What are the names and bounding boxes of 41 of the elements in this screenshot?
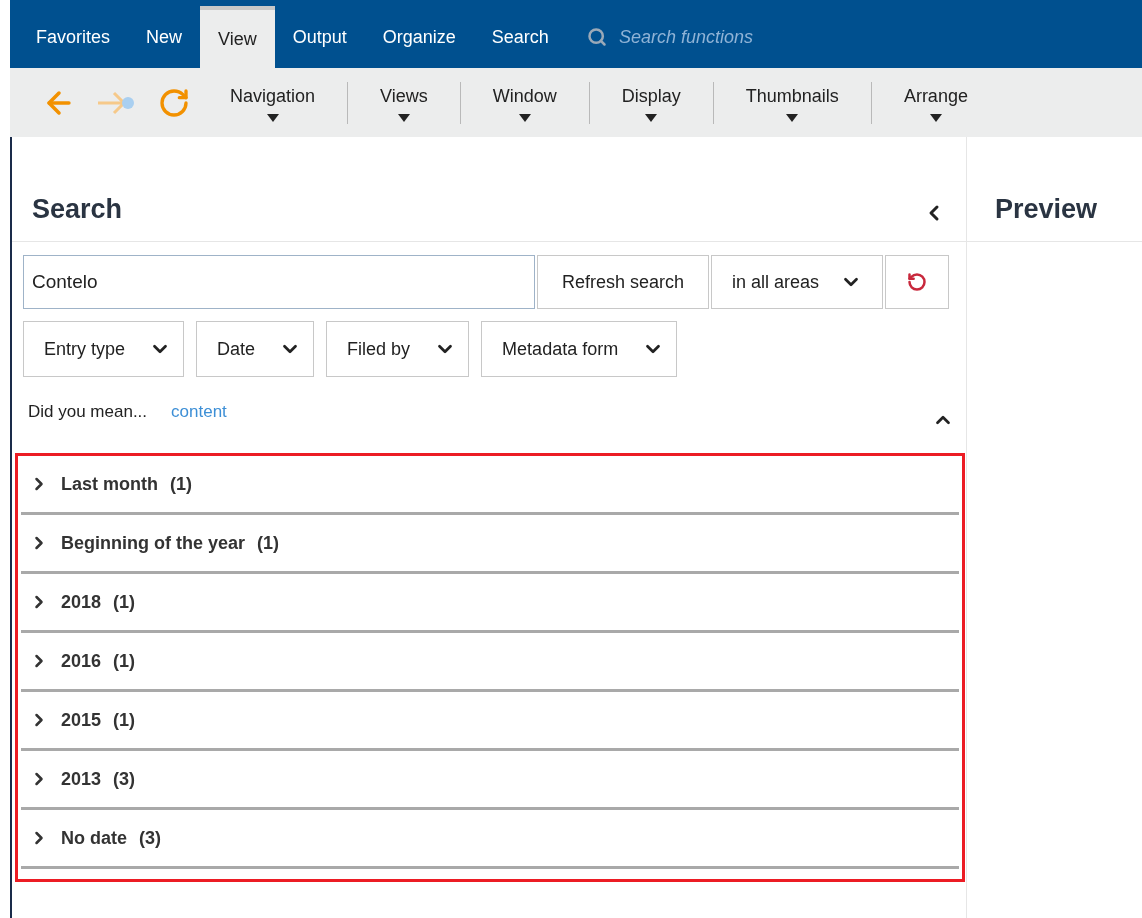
- function-search-field[interactable]: Search functions: [618, 23, 879, 51]
- refresh-icon: [158, 86, 190, 119]
- filter-dropdown[interactable]: Filed by: [326, 321, 470, 377]
- search-query-field[interactable]: Contelo: [23, 255, 535, 309]
- refresh-search-button[interactable]: Refresh search: [537, 255, 709, 309]
- filter-dropdown[interactable]: Metadata form: [481, 321, 678, 377]
- toolbar-menu-button[interactable]: Views: [380, 83, 428, 122]
- date-group-row[interactable]: 2016 (1): [21, 633, 959, 692]
- menu-tab[interactable]: Organize: [364, 6, 474, 68]
- dropdown-triangle-icon: [266, 114, 279, 122]
- menu-tab[interactable]: Output: [274, 6, 365, 68]
- toolbar-menu-button[interactable]: Window: [492, 83, 557, 122]
- search-icon: [586, 27, 607, 47]
- dropdown-triangle-icon: [645, 114, 658, 122]
- menu-tab[interactable]: Search: [473, 6, 567, 68]
- panel-title: Preview: [995, 192, 1098, 226]
- scope-dropdown[interactable]: in all areas: [711, 255, 883, 309]
- panel-title: Search: [32, 192, 123, 226]
- date-group-row[interactable]: No date (3): [21, 810, 959, 869]
- dropdown-triangle-icon: [786, 114, 799, 122]
- reset-icon: [907, 272, 927, 292]
- suggestion-text: Did you mean...: [28, 401, 148, 424]
- date-group-row[interactable]: 2018 (1): [21, 574, 959, 633]
- suggestion-link[interactable]: content: [171, 399, 227, 425]
- filter-dropdown[interactable]: Entry type: [23, 321, 185, 377]
- reset-button[interactable]: [885, 255, 949, 309]
- dropdown-triangle-icon: [929, 114, 942, 122]
- toolbar-menu-button[interactable]: Display: [621, 83, 681, 122]
- toolbar-menu-button[interactable]: Thumbnails: [745, 83, 839, 122]
- dropdown-triangle-icon: [397, 114, 410, 122]
- date-group-row[interactable]: 2015 (1): [21, 692, 959, 751]
- menu-tab[interactable]: View: [200, 6, 275, 68]
- menu-tab[interactable]: Favorites: [18, 6, 129, 68]
- filter-dropdown[interactable]: Date: [196, 321, 315, 377]
- date-group-row[interactable]: 2013 (3): [21, 751, 959, 810]
- dropdown-triangle-icon: [518, 114, 531, 122]
- date-group-row[interactable]: Last month (1): [21, 456, 959, 515]
- menu-tab[interactable]: New: [128, 6, 201, 68]
- toolbar-menu-button[interactable]: Navigation: [230, 83, 316, 122]
- toolbar-menu-button[interactable]: Arrange: [903, 83, 968, 122]
- date-group-row[interactable]: Beginning of the year (1): [21, 515, 959, 574]
